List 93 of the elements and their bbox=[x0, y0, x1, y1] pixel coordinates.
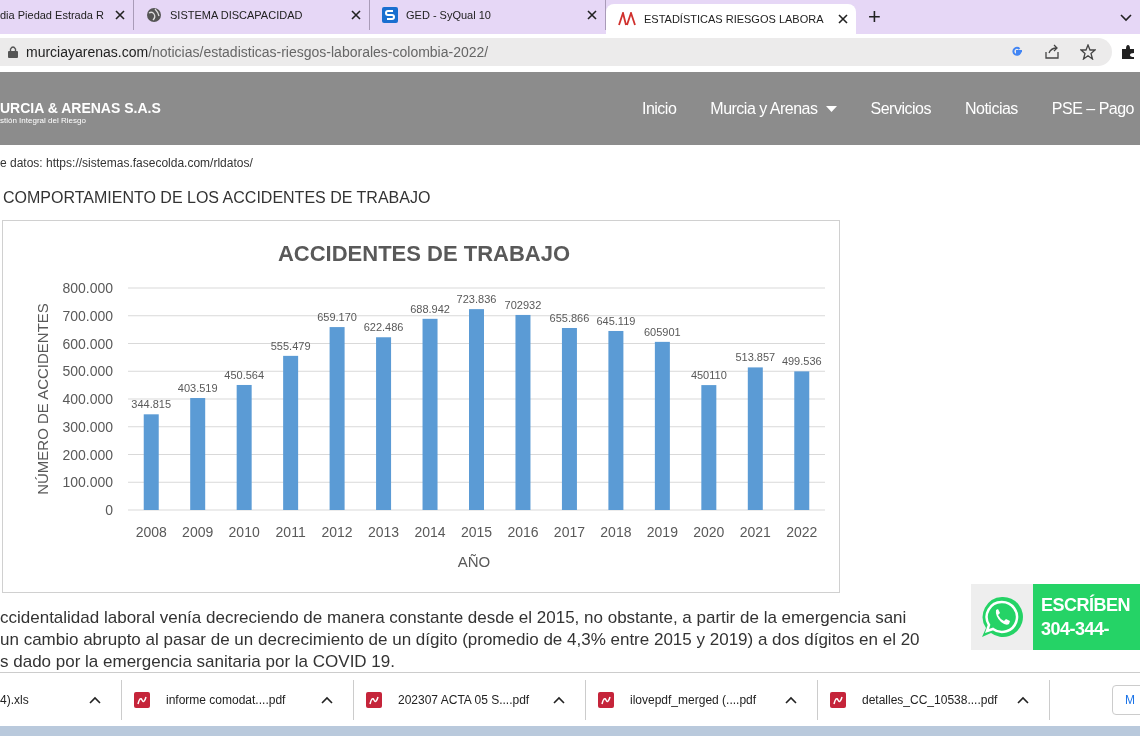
y-tick-label: 100.000 bbox=[62, 474, 113, 491]
file-name: informe comodat....pdf bbox=[166, 691, 287, 709]
value-label: 655.866 bbox=[549, 312, 590, 324]
value-label: 645.119 bbox=[596, 315, 636, 327]
x-tick-label: 2021 bbox=[739, 524, 771, 540]
paragraph-line: un cambio abrupto al pasar de un decrecimiento de un dígito (promedio de 4,3% entre 2015 y 2019) a dos dígitos en el 20 bbox=[0, 629, 920, 651]
y-tick-label: 200.000 bbox=[62, 446, 113, 463]
chevron-up-icon[interactable] bbox=[785, 695, 797, 704]
chart-title: ACCIDENTES DE TRABAJO bbox=[277, 241, 571, 266]
close-icon[interactable] bbox=[351, 10, 361, 20]
puzzle-icon[interactable] bbox=[1120, 44, 1136, 60]
browser-tab[interactable]: GED - SyQual 10 bbox=[370, 0, 606, 30]
x-tick-label: 2018 bbox=[600, 524, 632, 540]
close-icon[interactable] bbox=[587, 10, 597, 20]
download-item[interactable]: detalles_CC_10538....pdf bbox=[818, 679, 1050, 720]
value-label: 513.857 bbox=[735, 351, 776, 364]
ma-logo-icon bbox=[618, 12, 636, 26]
value-label: 622.486 bbox=[363, 321, 404, 334]
browser-tab[interactable]: ESTADÍSTICAS RIESGOS LABORA bbox=[606, 4, 856, 34]
x-tick-label: 2013 bbox=[368, 524, 400, 540]
x-tick-label: 2014 bbox=[414, 524, 446, 540]
url-text: murciayarenas.com/noticias/estadisticas-riesgos-laborales-colombia-2022/ bbox=[26, 42, 490, 62]
whatsapp-icon bbox=[979, 594, 1025, 640]
value-label: 723.836 bbox=[456, 293, 497, 306]
y-tick-label: 700.000 bbox=[62, 307, 113, 324]
chevron-down-icon[interactable] bbox=[1120, 14, 1132, 22]
browser-tab[interactable]: dia Piedad Estrada R bbox=[0, 0, 134, 30]
chevron-up-icon[interactable] bbox=[1017, 695, 1029, 704]
globe-icon bbox=[146, 7, 162, 23]
x-tick-label: 2017 bbox=[553, 524, 585, 540]
close-icon[interactable] bbox=[838, 14, 848, 24]
value-label: 450110 bbox=[690, 369, 727, 382]
google-g-icon[interactable] bbox=[1010, 45, 1024, 59]
file-name: ilovepdf_merged (....pdf bbox=[630, 691, 758, 709]
y-tick-label: 600.000 bbox=[62, 335, 113, 352]
pdf-file-icon bbox=[830, 691, 846, 708]
value-label: 555.479 bbox=[270, 339, 311, 352]
y-tick-label: 800.000 bbox=[62, 280, 113, 296]
value-label: 450.564 bbox=[224, 368, 265, 381]
download-item[interactable]: 202307 ACTA 05 S....pdf bbox=[354, 679, 586, 720]
share-icon[interactable] bbox=[1044, 44, 1060, 60]
x-tick-label: 2015 bbox=[460, 524, 493, 540]
file-name: detalles_CC_10538....pdf bbox=[862, 691, 999, 709]
chevron-up-icon[interactable] bbox=[553, 695, 565, 704]
x-tick-label: 2022 bbox=[786, 524, 818, 540]
tab-title: GED - SyQual 10 bbox=[406, 7, 492, 23]
pdf-file-icon bbox=[134, 691, 150, 708]
address-bar[interactable]: murciayarenas.com/noticias/estadisticas-riesgos-laborales-colombia-2022/ bbox=[0, 38, 1112, 66]
x-tick-label: 2019 bbox=[646, 524, 678, 540]
value-label: 659.170 bbox=[317, 311, 357, 324]
show-all-button[interactable]: M bbox=[1112, 684, 1140, 715]
file-name: 4).xls bbox=[0, 691, 30, 709]
x-tick-label: 2016 bbox=[507, 524, 539, 540]
y-tick-label: 300.000 bbox=[62, 418, 113, 435]
browser-tab[interactable]: SISTEMA DISCAPACIDAD bbox=[134, 0, 370, 30]
value-label: 344.815 bbox=[131, 398, 172, 411]
value-label: 499.536 bbox=[781, 355, 822, 368]
tab-title: dia Piedad Estrada R bbox=[0, 7, 105, 23]
y-tick-label: 500.000 bbox=[62, 363, 113, 380]
tab-title: ESTADÍSTICAS RIESGOS LABORA bbox=[644, 11, 825, 27]
y-tick-label: 0 bbox=[105, 502, 113, 518]
pdf-file-icon bbox=[366, 691, 382, 708]
close-icon[interactable] bbox=[115, 10, 125, 20]
tab-title: SISTEMA DISCAPACIDAD bbox=[170, 7, 304, 23]
pdf-file-icon bbox=[598, 691, 614, 708]
x-tick-label: 2020 bbox=[693, 524, 725, 540]
paragraph-line: s dado por la emergencia sanitaria por la COVID 19. bbox=[0, 651, 395, 673]
x-axis-label: AÑO bbox=[457, 553, 491, 570]
new-tab-button[interactable]: + bbox=[868, 4, 881, 30]
value-label: 403.519 bbox=[177, 382, 218, 394]
logo-tagline: stión Integral del Riesgo bbox=[0, 115, 86, 126]
x-tick-label: 2009 bbox=[182, 524, 214, 540]
y-tick-label: 400.000 bbox=[62, 391, 113, 407]
lock-icon bbox=[8, 46, 18, 58]
file-name: 202307 ACTA 05 S....pdf bbox=[398, 691, 531, 709]
x-tick-label: 2012 bbox=[321, 524, 353, 540]
download-item[interactable]: 4).xls bbox=[0, 679, 122, 720]
x-tick-label: 2010 bbox=[228, 524, 260, 540]
paragraph-line: ccidentalidad laboral venía decreciendo de manera constante desde el 2015, no obstante, a partir de la emergencia sani bbox=[0, 607, 907, 629]
download-item[interactable]: informe comodat....pdf bbox=[122, 679, 354, 720]
star-icon[interactable] bbox=[1080, 44, 1096, 60]
download-item[interactable]: ilovepdf_merged (....pdf bbox=[586, 679, 818, 720]
x-tick-label: 2008 bbox=[135, 524, 167, 540]
x-tick-label: 2011 bbox=[275, 524, 306, 540]
value-label: 702932 bbox=[504, 298, 542, 311]
s-logo-icon bbox=[382, 7, 398, 23]
source-text: e datos: https://sistemas.fasecolda.com/rldatos/ bbox=[0, 155, 254, 172]
y-axis-label: NÚMERO DE ACCIDENTES bbox=[34, 303, 51, 495]
chevron-up-icon[interactable] bbox=[89, 695, 101, 704]
section-heading: COMPORTAMIENTO DE LOS ACCIDENTES DE TRABAJO bbox=[3, 188, 432, 208]
value-label: 688.942 bbox=[410, 302, 450, 315]
chevron-up-icon[interactable] bbox=[321, 695, 333, 704]
value-label: 605901 bbox=[644, 325, 681, 338]
